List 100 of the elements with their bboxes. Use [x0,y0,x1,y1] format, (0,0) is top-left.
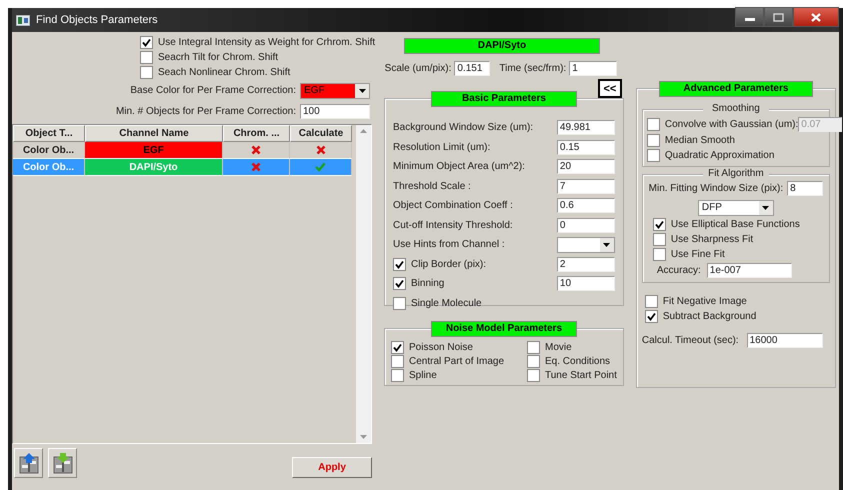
field-label: Accuracy: [656,265,701,276]
caret-icon [762,206,770,210]
column-header[interactable]: Calculate [290,125,352,142]
input-field[interactable]: 1e-007 [706,263,792,278]
dropdown[interactable]: DFP [698,200,774,216]
input-field[interactable]: 2 [556,256,615,272]
field-label: Resolution Limit (um): [393,142,490,153]
window-title: Find Objects Parameters [36,14,159,26]
input-field[interactable]: 49.981 [556,120,615,136]
checkbox[interactable] [652,233,666,246]
input-field[interactable]: 0 [556,218,615,233]
maximize-button[interactable] [764,7,793,27]
checkbox-label: Seach Nonlinear Chrom. Shift [158,67,290,78]
checkbox[interactable] [393,258,406,271]
checkbox[interactable] [391,341,404,354]
checkbox[interactable] [652,218,666,231]
checkbox-label: Quadratic Approximation [664,150,774,161]
column-header[interactable]: Object T... [13,125,85,142]
checkbox-label: Convolve with Gaussian (um): [664,118,798,130]
checkbox[interactable] [140,66,153,79]
checkbox[interactable] [393,296,406,310]
input-field[interactable]: 8 [787,181,824,196]
input-field[interactable]: 100 [300,104,370,119]
input-field[interactable]: 1 [569,61,618,76]
field-label: Min. # Objects for Per Frame Correction: [116,106,296,117]
group-title: Noise Model Parameters [430,321,577,337]
field-label: Object Combination Coeff : [393,200,513,212]
checkbox-label: Movie [545,342,572,353]
checkbox-label: Fit Negative Image [662,296,747,307]
checkbox-label: Subtract Background [662,311,756,322]
table-cell: Color Ob... [13,159,85,176]
caret-icon [358,88,366,92]
channel-name-cell: EGF [85,142,223,159]
input-field[interactable]: 0.6 [556,198,615,214]
checkbox[interactable] [391,369,404,382]
checkbox-label: Median Smooth [664,135,735,146]
group-title: Smoothing [702,103,769,114]
move-up-button[interactable] [14,448,43,478]
checkbox-label: Use Elliptical Base Functions [670,219,800,230]
checkbox[interactable] [644,310,658,323]
up-arrow-icon [360,129,367,133]
checkbox-label: Spline [409,370,437,381]
checkbox-label: Single Molecule [411,298,482,309]
input-field[interactable]: 7 [556,178,615,194]
group-title: Fit Algorithm [702,168,769,179]
input-field[interactable]: 16000 [746,333,823,348]
move-down-button[interactable] [48,448,77,478]
app-icon [16,14,30,26]
checkbox[interactable] [527,341,540,354]
field-label: Calcul. Timeout (sec): [642,335,739,346]
channel-title: DAPI/Syto [404,38,600,54]
checkbox-label: Use Integral Intensity as Weight for Crhrom. Shift [158,37,376,48]
collapse-button[interactable]: << [598,79,622,98]
checkbox-label: Poisson Noise [409,342,473,353]
input-field[interactable]: 0.15 [556,140,615,155]
checkbox[interactable] [393,277,406,290]
field-label: Time (sec/frm): [499,63,566,74]
input-field[interactable]: 0.151 [454,61,490,76]
apply-button[interactable]: Apply [292,457,372,478]
checkbox[interactable] [652,248,666,261]
caret-icon [603,242,610,247]
checkbox-label: Binning [411,278,444,290]
dropdown[interactable]: EGF [300,82,370,98]
checkbox[interactable] [527,355,540,368]
checkbox-label: Seacrh Tilt for Chrom. Shift [158,52,278,63]
checkbox[interactable] [644,295,658,308]
checkbox-label: Central Part of Image [409,356,504,367]
checkbox[interactable] [391,355,404,368]
scrollbar[interactable] [356,125,371,443]
input-field[interactable]: 20 [556,159,615,174]
group-title: Basic Parameters [430,91,577,107]
field-label: Background Window Size (um): [393,122,534,134]
channel-name-cell: DAPI/Syto [85,159,223,176]
field-label: Minimum Object Area (um^2): [393,161,525,172]
close-icon [811,12,821,22]
field-label: Base Color for Per Frame Correction: [130,85,296,96]
down-arrow-icon [360,435,367,439]
input-field[interactable]: 10 [556,276,615,292]
checkbox-label: Clip Border (pix): [411,258,486,270]
checkbox-label: Use Sharpness Fit [670,234,754,245]
import-icon [50,451,74,475]
checkbox-label: Use Fine Fit [670,249,725,260]
column-header[interactable]: Channel Name [85,125,223,142]
column-header[interactable]: Chrom. ... [223,125,290,142]
close-button[interactable] [793,7,839,27]
export-icon [16,451,40,475]
checkbox-label: Tune Start Point [545,370,617,381]
checkbox[interactable] [646,134,660,147]
checkbox[interactable] [140,36,153,49]
group-title: Advanced Parameters [658,81,813,97]
minimize-button[interactable] [735,7,764,27]
field-label: Cut-off Intensity Threshold: [393,220,513,231]
checkbox-label: Eq. Conditions [545,356,610,367]
dropdown[interactable] [556,236,615,253]
field-label: Use Hints from Channel : [393,239,505,250]
field-label: Scale (um/pix): [384,63,452,74]
checkbox[interactable] [527,369,540,382]
maximize-icon [773,12,784,22]
checkbox[interactable] [140,51,153,64]
checkbox[interactable] [646,149,660,162]
